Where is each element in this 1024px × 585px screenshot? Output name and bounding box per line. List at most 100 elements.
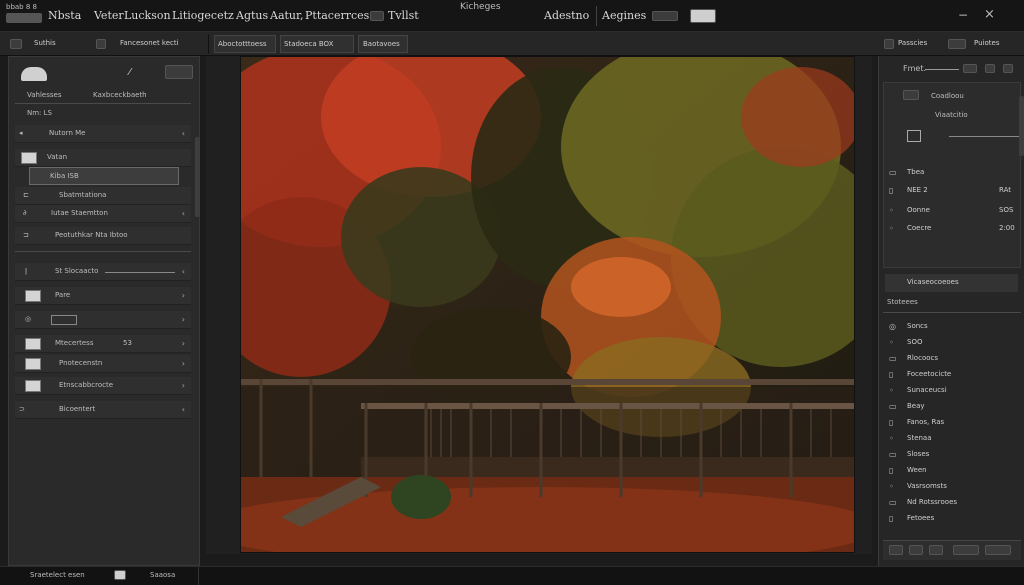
eye-icon[interactable]: ◎ (25, 315, 31, 323)
menu-filter[interactable]: Aatur, (270, 9, 304, 22)
right-scrollbar[interactable] (1019, 96, 1024, 156)
menu-view[interactable]: Pttacerrces (305, 9, 369, 22)
duplicate-icon[interactable] (909, 545, 923, 555)
status-divider (198, 567, 199, 585)
history-label: Beay (907, 402, 925, 410)
layer-row[interactable]: ǀ St Slocaacto ‹ (15, 263, 191, 281)
toolbar-left-a[interactable]: Suthis (34, 39, 56, 47)
trash-icon[interactable] (985, 545, 1011, 555)
layer-row[interactable]: Etnscabbcrocte › (15, 377, 191, 395)
property-row[interactable]: ▭ Tbea (885, 164, 1018, 182)
expand-arrow-icon[interactable]: › (182, 359, 185, 368)
toolbar-right-a[interactable]: Passcies (898, 39, 927, 47)
layer-row-selected[interactable]: Kiba ISB (29, 167, 179, 185)
document-canvas[interactable] (240, 56, 855, 553)
slider-track[interactable] (105, 272, 175, 273)
adjust-header: Coadloou (931, 92, 964, 100)
left-scrollbar[interactable] (195, 137, 200, 217)
toggle-chip[interactable] (652, 11, 678, 21)
panel-menu-icon[interactable] (165, 65, 193, 79)
app-logo[interactable] (6, 13, 42, 23)
panel-option-icon[interactable] (963, 64, 977, 73)
menu-layer[interactable]: Litiogecetz (172, 9, 234, 22)
panel-tab-b[interactable]: Kaxbceckbaeth (93, 91, 147, 99)
preview-chip[interactable] (690, 9, 716, 23)
expand-arrow-icon[interactable]: › (182, 339, 185, 348)
layer-label: Pare (55, 291, 71, 299)
history-icon: ▭ (889, 354, 897, 363)
close-icon[interactable]: × (984, 7, 995, 22)
history-icon: ▭ (889, 450, 897, 459)
section-row[interactable]: Vicaseocoeoes (885, 274, 1018, 292)
expand-arrow-icon[interactable]: ‹ (182, 267, 185, 276)
workspace-label[interactable]: Adestno (544, 9, 589, 22)
panel-option-icon[interactable] (985, 64, 995, 73)
menu-edit[interactable]: Veter (94, 9, 124, 22)
toolbar-mid-c: Baotavoes (363, 40, 400, 48)
cloud-icon[interactable] (21, 67, 47, 81)
property-label: Oonne (907, 206, 930, 214)
title-slider[interactable] (925, 69, 959, 70)
status-text: Sraetelect esen (30, 571, 85, 579)
expand-arrow-icon[interactable]: › (182, 381, 185, 390)
adjust-icon[interactable] (903, 90, 919, 100)
history-label: Ween (907, 466, 927, 474)
arrange-icon[interactable] (948, 39, 966, 49)
mode-icon[interactable] (96, 39, 106, 49)
layer-row[interactable]: ◎ › (15, 311, 191, 329)
tool-preset-icon[interactable] (10, 39, 22, 49)
panel-filter-label: Nm: LS (27, 109, 52, 117)
layer-row[interactable]: ◂ Nutorn Me ‹ (15, 125, 191, 143)
window-icon[interactable] (370, 11, 384, 21)
toolbar-left-b[interactable]: Fancesonet kecti (120, 39, 179, 47)
history-label: Sloses (907, 450, 930, 458)
section2-label: Stoteees (887, 298, 918, 306)
history-label: Sunaceucsi (907, 386, 947, 394)
new-item-icon[interactable] (889, 545, 903, 555)
history-icon: ▭ (889, 402, 897, 411)
history-item[interactable]: ▯ Fetoees (885, 510, 1018, 528)
toolbar-mid-a: Aboctotttoess (218, 40, 267, 48)
property-value: SOS (999, 206, 1014, 214)
toolbar-group-a[interactable]: Aboctotttoess (214, 35, 276, 53)
expand-arrow-icon[interactable]: ‹ (182, 129, 185, 138)
property-row[interactable]: ◦ Coecre 2:00 (885, 220, 1018, 238)
expand-arrow-icon[interactable]: ‹ (182, 405, 185, 414)
link-icon[interactable] (953, 545, 979, 555)
layer-row[interactable]: ∂ Iutae Staemtton ‹ (15, 205, 191, 223)
menu-select[interactable]: Agtus (236, 9, 268, 22)
toolbar-right-b[interactable]: Puiotes (974, 39, 999, 47)
minimize-icon[interactable]: − (958, 8, 968, 22)
menu-divider (596, 6, 597, 26)
panel-menu-icon[interactable] (1003, 64, 1013, 73)
toolbar-group-c[interactable]: Baotavoes (358, 35, 408, 53)
adjust-slider[interactable] (949, 136, 1019, 137)
history-icon: ◎ (889, 322, 896, 331)
layer-row[interactable]: ⊏ Sbatmtationa (15, 187, 191, 205)
menu-file[interactable]: Nbsta (48, 9, 81, 22)
panel-toggle-icon[interactable] (884, 39, 894, 49)
mode-label[interactable]: Aegines (602, 9, 646, 22)
menu-window[interactable]: Tvllst (388, 9, 419, 22)
link-icon: ⊃ (19, 405, 25, 413)
layer-label: Sbatmtationa (59, 191, 107, 199)
layer-row[interactable]: Mtecertess 53 › (15, 335, 191, 353)
brush-icon[interactable]: ⁄ (129, 67, 131, 78)
layer-row[interactable]: Vatan (15, 149, 191, 167)
layer-row[interactable]: ⊃ Bicoentert ‹ (15, 401, 191, 419)
property-row[interactable]: ▯ NEE 2 RAt (885, 182, 1018, 200)
panel-tab-a[interactable]: Vahlesses (27, 91, 61, 99)
layer-row[interactable]: Pare › (15, 287, 191, 305)
layer-row[interactable]: Pnotecenstn › (15, 355, 191, 373)
layers-panel: ⁄ Vahlesses Kaxbceckbaeth Nm: LS ◂ Nutor… (8, 56, 200, 566)
expand-arrow-icon[interactable]: › (182, 315, 185, 324)
preset-icon[interactable] (907, 130, 921, 142)
layer-row[interactable]: ⊐ Peotuthkar Nta Ibtoo (15, 227, 191, 245)
toolbar-group-b[interactable]: Stadoeca BOX (280, 35, 354, 53)
expand-arrow-icon[interactable]: › (182, 291, 185, 300)
property-row[interactable]: ◦ Oonne SOS (885, 202, 1018, 220)
menu-image[interactable]: Luckson (124, 9, 171, 22)
expand-arrow-icon[interactable]: ‹ (182, 209, 185, 218)
zoom-icon[interactable] (114, 570, 126, 580)
folder-icon[interactable] (929, 545, 943, 555)
